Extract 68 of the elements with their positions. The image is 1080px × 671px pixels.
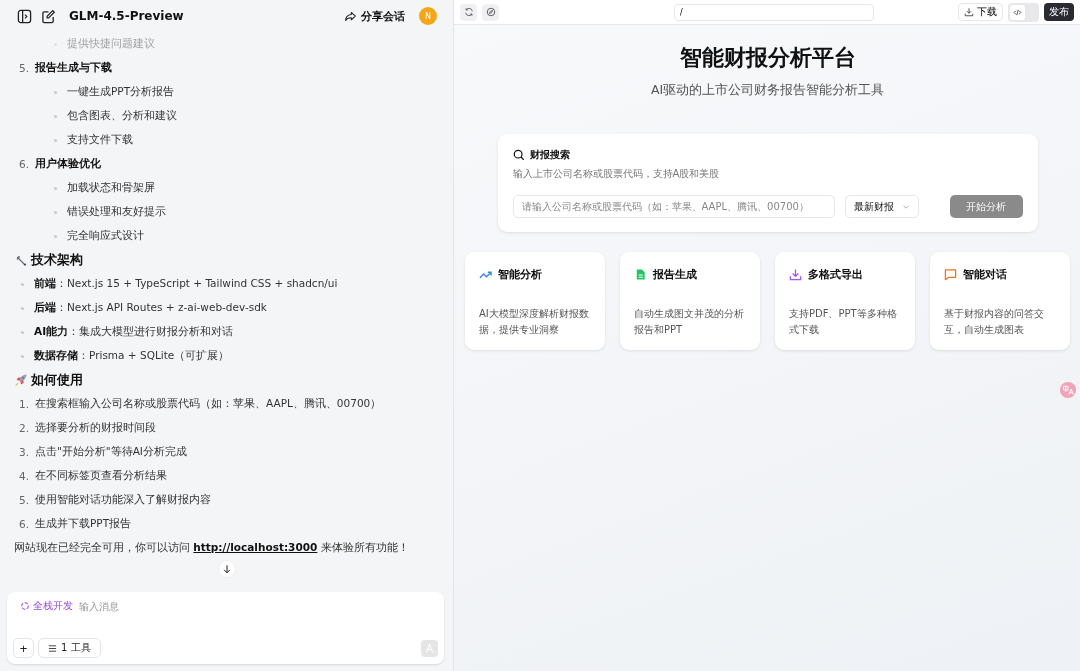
list-item: 点击"开始分析"等待AI分析完成 xyxy=(35,445,187,459)
chat-title: GLM-4.5-Preview xyxy=(69,9,184,23)
search-icon xyxy=(512,149,525,161)
list-item: 选择要分析的财报时间段 xyxy=(35,421,156,435)
edit-icon[interactable] xyxy=(41,8,56,24)
list-item: 报告生成与下载 xyxy=(35,61,112,75)
list-number: 4. xyxy=(19,470,29,482)
list-item: AI能力：集成大模型进行财报分析和对话 xyxy=(34,325,234,339)
feature-title: 智能对话 xyxy=(963,267,1007,282)
list-number: 3. xyxy=(19,446,29,458)
download-button[interactable]: 下载 xyxy=(958,3,1003,21)
list-number: 2. xyxy=(19,422,29,434)
refresh-icon xyxy=(463,7,474,17)
list-item: 前端：Next.js 15 + TypeScript + Tailwind CSS + shadcn/ui xyxy=(34,277,338,291)
list-item: 用户体验优化 xyxy=(35,157,101,171)
add-button[interactable]: + xyxy=(13,638,34,658)
feature-description: 自动生成图文并茂的分析报告和PPT xyxy=(634,307,745,337)
list-item: 包含图表、分析和建议 xyxy=(67,109,177,123)
code-icon xyxy=(1013,7,1022,17)
card-description: 输入上市公司名称或股票代码，支持A股和美股 xyxy=(512,167,721,181)
share-icon xyxy=(344,9,357,23)
list-item: 提供快捷问题建议 xyxy=(67,37,155,51)
list-number: 1. xyxy=(19,398,29,410)
feature-description: AI大模型深度解析财报数据，提供专业洞察 xyxy=(479,307,590,337)
arrow-down-icon xyxy=(221,564,232,574)
sidebar-toggle-icon[interactable] xyxy=(17,8,32,24)
tools-button[interactable]: 1 工具 xyxy=(38,638,101,658)
list-item: 使用智能对话功能深入了解财报内容 xyxy=(35,493,211,507)
list-item: 在不同标签页查看分析结果 xyxy=(35,469,167,483)
list-item: 完全响应式设计 xyxy=(67,229,144,243)
list-item: 在搜索框输入公司名称或股票代码（如：苹果、AAPL、腾讯、00700） xyxy=(35,397,382,411)
rocket-icon xyxy=(14,373,28,387)
feature-title: 智能分析 xyxy=(498,267,542,282)
download-icon xyxy=(964,7,974,17)
feature-description: 支持PDF、PPT等多种格式下载 xyxy=(789,307,898,337)
feature-description: 基于财报内容的问答交互，自动生成图表 xyxy=(944,307,1045,337)
message-paragraph: 网站现在已经完全可用，你可以访问 http://localhost:3000 来体验所有功能！ xyxy=(14,541,409,555)
list-number: 5. xyxy=(19,494,29,506)
url-field[interactable]: / xyxy=(674,3,874,21)
scroll-down-button[interactable] xyxy=(217,560,236,578)
page-subtitle: AI驱动的上市公司财务报告智能分析工具 xyxy=(650,82,885,99)
wrench-icon xyxy=(14,253,28,267)
list-item: 生成并下载PPT报告 xyxy=(35,517,132,531)
compass-icon xyxy=(485,7,496,17)
card-title: 财报搜索 xyxy=(529,148,570,162)
list-icon xyxy=(48,643,57,653)
feature-title: 多格式导出 xyxy=(808,267,863,282)
section-heading: 技术架构 xyxy=(31,251,83,269)
list-number: 6. xyxy=(19,518,29,530)
list-item: 加载状态和骨架屏 xyxy=(67,181,155,195)
share-button[interactable]: 分享会话 xyxy=(344,8,405,24)
list-number: 5. xyxy=(19,62,29,74)
list-item: 数据存储：Prisma + SQLite（可扩展） xyxy=(34,349,230,363)
publish-button[interactable]: 发布 xyxy=(1044,3,1074,21)
compass-button[interactable] xyxy=(482,3,499,21)
send-icon xyxy=(424,642,435,654)
localhost-link[interactable]: http://localhost:3000 xyxy=(193,541,318,553)
refresh-button[interactable] xyxy=(460,3,477,21)
list-number: 6. xyxy=(19,158,29,170)
list-item: 后端：Next.js API Routes + z-ai-web-dev-sdk xyxy=(34,301,267,315)
feature-title: 报告生成 xyxy=(653,267,697,282)
list-item: 一键生成PPT分析报告 xyxy=(67,85,175,99)
page-title: 智能财报分析平台 xyxy=(679,44,856,72)
list-item: 支持文件下载 xyxy=(67,133,133,147)
section-heading: 如何使用 xyxy=(31,371,83,389)
list-item: 错误处理和友好提示 xyxy=(67,205,166,219)
code-view-toggle[interactable] xyxy=(1008,2,1039,22)
mode-tag[interactable]: 全栈开发 xyxy=(20,599,73,613)
